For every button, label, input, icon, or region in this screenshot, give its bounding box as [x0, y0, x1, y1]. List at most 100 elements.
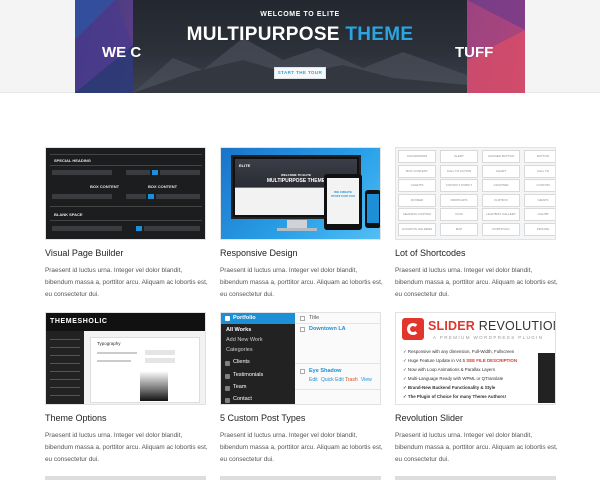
- shortcode-cell: MAP: [440, 222, 478, 236]
- shortcode-cell: FLIP BOX: [482, 193, 520, 207]
- menu-item: All Works: [226, 327, 252, 333]
- feature-description: Praesent id luctus urna. Integer vel dol…: [45, 267, 208, 298]
- shortcode-cell: COUNTER: [482, 179, 520, 192]
- hero-side-text-left: WE C: [102, 44, 142, 61]
- responsive-devices-image: ELITE WELCOME TO ELITE MULTIPURPOSE THEM…: [220, 147, 381, 240]
- pb-label: BOX CONTENT: [90, 184, 120, 189]
- themesholic-logo: THEMESHOLIC: [50, 318, 108, 325]
- hero-side-text-right: TUFF: [455, 44, 494, 61]
- shortcode-cell: CLIENTS: [398, 179, 436, 192]
- post-title: Eye Shadow: [309, 368, 342, 374]
- shortcode-cell: LIGHTBOX GALLERY: [482, 208, 520, 221]
- menu-item: Add New Work: [226, 337, 263, 343]
- menu-item: Team: [233, 384, 247, 390]
- device-preview-image: [538, 353, 555, 403]
- shortcode-cell: CONTACT FORM 7: [440, 179, 478, 192]
- shortcode-cell: PORTFOLIO: [482, 222, 520, 236]
- hero-eyebrow: WELCOME TO ELITE: [260, 11, 340, 18]
- shortcode-cell: CALL TO: [524, 164, 555, 178]
- column-title: Title: [309, 315, 320, 321]
- tablet-text: WE CREATE STUFF FOR YOU: [330, 190, 356, 198]
- pb-label: BOX CONTENT: [148, 184, 178, 189]
- shortcode-cell: PRICING: [524, 222, 555, 236]
- bullet-text-value: Brand-New Backend Functionality & Style: [407, 385, 496, 390]
- shortcodes-grid-image: ACCORDIONS ALERT ALIGNED BUTTON BUTTON BOX C…: [395, 147, 556, 240]
- hero-title: MULTIPURPOSE THEME: [75, 24, 525, 46]
- shortcode-cell: BUTTON: [524, 150, 555, 163]
- next-row-card-thumb: [395, 476, 556, 480]
- feature-description: Praesent id luctus urna. Integer vel dol…: [220, 267, 383, 298]
- shortcode-cell: CHART: [482, 164, 520, 178]
- feature-title: Lot of Shortcodes: [395, 248, 466, 258]
- shortcode-cell: HEADING CUSTOM: [398, 208, 436, 221]
- bullet-text: ✓ Huge Feature Update in V4.5 SEE FILE D…: [403, 358, 518, 363]
- panel-title: Typography: [97, 341, 121, 346]
- feature-title: Theme Options: [45, 413, 107, 423]
- next-row-card-thumb: [220, 476, 381, 480]
- feature-title: Visual Page Builder: [45, 248, 124, 258]
- theme-options-screenshot: THEMESHOLIC Typography: [45, 312, 206, 405]
- feature-title: Responsive Design: [220, 248, 298, 258]
- bullet-text-value: Huge Feature Update in V4.5: [407, 358, 466, 363]
- feature-description: Praesent id luctus urna. Integer vel dol…: [395, 432, 558, 463]
- pb-label: SPECIAL HEADING: [54, 158, 91, 163]
- testimonials-icon: [225, 374, 230, 379]
- clients-icon: [225, 361, 230, 366]
- wordmark-slider: SLIDER: [428, 319, 476, 333]
- row-action: Edit: [309, 377, 318, 383]
- hero-title-main: MULTIPURPOSE: [186, 24, 340, 45]
- bullet-text-value: Multi-Language Ready with WPML or QTrans…: [407, 376, 504, 381]
- menu-item: Testimonials: [233, 372, 264, 378]
- wordmark-revolution: REVOLUTION: [478, 319, 556, 333]
- team-icon: [225, 386, 230, 391]
- slider-revolution-logo-icon: [402, 318, 424, 340]
- portfolio-icon: [225, 316, 230, 321]
- menu-item: Clients: [233, 359, 250, 365]
- shortcode-cell: DROPCAPS: [440, 193, 478, 207]
- post-types-screenshot: Portfolio All Works Add New Work Categor…: [220, 312, 381, 405]
- menu-head: Portfolio: [233, 315, 256, 321]
- shortcode-cell: ICON: [440, 208, 478, 221]
- next-row-card-thumb: [45, 476, 206, 480]
- start-tour-button[interactable]: START THE TOUR: [274, 67, 326, 79]
- phone-device: [365, 190, 380, 228]
- shortcode-cell: BOX CONTENT: [398, 164, 436, 178]
- slider-revolution-image: SLIDER REVOLUTION A PREMIUM WORDPRESS PL…: [395, 312, 556, 405]
- shortcode-cell: CALL TO ACTION: [440, 164, 478, 178]
- shortcode-cell: LIGHTB: [524, 208, 555, 221]
- bullet-text: ✓ Responsive with any dimension, Full-Wi…: [403, 349, 515, 354]
- shortcode-cell: ACCORDIONS: [398, 150, 436, 163]
- bullet-text: ✓ Multi-Language Ready with WPML or QTra…: [403, 376, 504, 381]
- hero-title-accent: THEME: [345, 24, 414, 45]
- row-action: Trash: [345, 377, 358, 383]
- shortcode-cell: CUSTOM: [524, 179, 555, 192]
- row-action: View: [361, 377, 372, 383]
- tablet-device: WE CREATE STUFF FOR YOU: [324, 174, 362, 230]
- feature-title: 5 Custom Post Types: [220, 413, 306, 423]
- shortcode-cell: LOCATION HOLDERS: [398, 222, 436, 236]
- bullet-text: ✓ The Plugin of Choice for many Theme Au…: [403, 394, 507, 399]
- menu-item: Categories: [226, 347, 253, 353]
- bullet-text-value: Responsive with any dimension, Full-Widt…: [407, 349, 515, 354]
- feature-description: Praesent id luctus urna. Integer vel dol…: [45, 432, 208, 463]
- bullet-text: ✓ Now with Loop Animations & Parallax La…: [403, 367, 496, 372]
- bullet-text: ✓ Brand-New Backend Functionality & Styl…: [403, 385, 496, 390]
- shortcode-cell: ALERT: [440, 150, 478, 163]
- contact-icon: [225, 398, 230, 403]
- shortcode-cell: GMAPS: [524, 193, 555, 207]
- monitor-brand: ELITE: [239, 163, 251, 168]
- slider-tagline: A PREMIUM WORDPRESS PLUGIN: [433, 335, 544, 340]
- bullet-text-value: The Plugin of Choice for many Theme Auth…: [407, 394, 507, 399]
- post-title: Downtown LA: [309, 326, 346, 332]
- feature-description: Praesent id luctus urna. Integer vel dol…: [220, 432, 383, 463]
- bullet-text-value: Now with Loop Animations & Parallax Laye…: [407, 367, 496, 372]
- color-gradient-swatch: [140, 371, 168, 401]
- slider-revolution-wordmark: SLIDER REVOLUTION: [428, 319, 556, 333]
- row-action: Quick Edit: [321, 377, 344, 383]
- shortcode-cell: ALIGNED BUTTON: [482, 150, 520, 163]
- pb-label: BLANK SPACE: [54, 212, 83, 217]
- menu-item: Contact: [233, 396, 252, 402]
- page-builder-screenshot: SPECIAL HEADING BOX CONTENT BOX CONTENT …: [45, 147, 206, 240]
- see-file-badge: SEE FILE DESCRIPTION: [466, 358, 518, 363]
- shortcode-cell: DIVIDER: [398, 193, 436, 207]
